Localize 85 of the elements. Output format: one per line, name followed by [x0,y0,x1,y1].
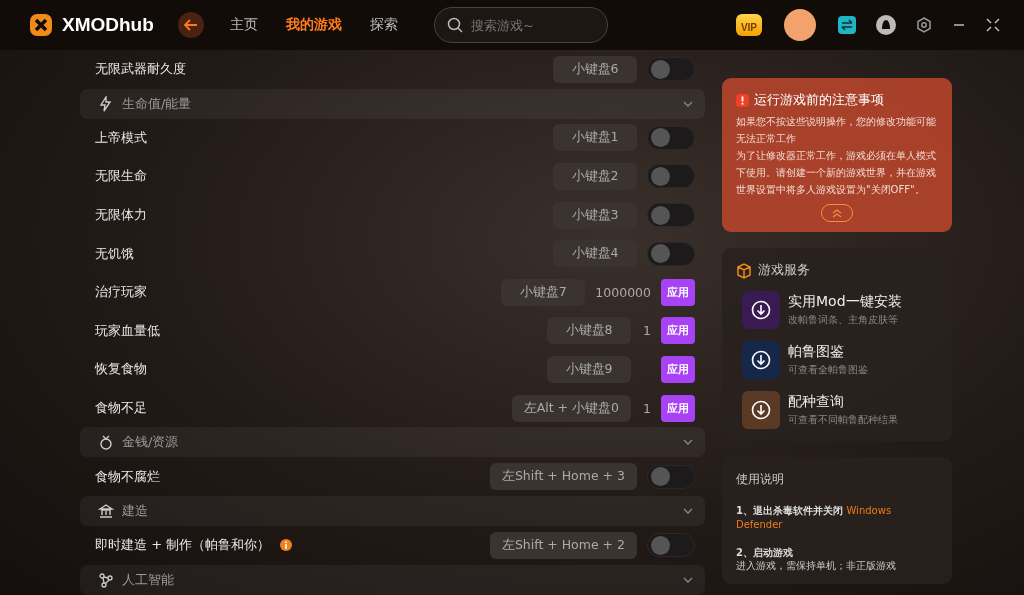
service-subtitle: 可查看不同帕鲁配种结果 [788,413,898,427]
cheat-label: 玩家血量低 [95,321,160,340]
hotkey-button[interactable]: 小键盘7 [501,278,586,306]
hotkey-button[interactable]: 小键盘8 [547,317,631,345]
hotkey-button[interactable]: 小键盘2 [553,163,637,190]
service-title[interactable]: 配种查询 [788,393,898,411]
category-icon [98,95,114,112]
hotkey-button[interactable]: 左Shift + Home + 2 [489,531,637,559]
category-icon [98,502,114,519]
toggle-switch[interactable] [647,241,695,266]
cheat-label: 恢复食物 [95,360,147,379]
hotkey-button[interactable]: 小键盘9 [547,355,631,383]
category-header[interactable]: 生命值/能量 [80,88,705,119]
hotkey-button[interactable]: 小键盘4 [553,240,637,268]
warning-icon [736,94,749,107]
cheat-label: 即时建造 + 制作（帕鲁和你） [95,536,271,555]
toggle-switch[interactable] [647,533,695,558]
service-title[interactable]: 帕鲁图鉴 [788,343,868,361]
category-header[interactable]: 人工智能 [80,564,705,595]
toggle-switch[interactable] [647,164,695,189]
apply-button[interactable]: 应用 [661,355,695,383]
service-subtitle: 可查看全帕鲁图鉴 [788,363,868,377]
apply-button[interactable]: 应用 [661,394,695,422]
hotkey-button[interactable]: 左Shift + Home + 3 [489,463,637,491]
nav-tab[interactable]: 我的游戏 [286,16,342,34]
notice-text: 为了让修改器正常工作，游戏必须在单人模式下使用。请创建一个新的游戏世界，并在游戏世界设置中将多人游戏设置为"关闭OFF"。 [736,149,937,197]
avatar[interactable] [784,9,816,41]
toggle-switch[interactable] [647,203,695,228]
download-icon [751,350,771,370]
back-arrow-icon [184,19,198,31]
search-field[interactable]: 搜索游戏~ [434,7,608,43]
notice-text: 如果您不按这些说明操作，您的修改功能可能无法正常工作 [736,115,937,146]
nav-tab[interactable]: 主页 [230,16,258,34]
download-icon [751,300,771,320]
swap-icon[interactable] [838,16,856,34]
hotkey-button[interactable]: 小键盘3 [553,201,637,229]
category-header[interactable]: 金钱/资源 [80,427,705,458]
cheat-label: 无限武器耐久度 [95,60,186,79]
double-chevron-icon [832,208,842,218]
info-icon[interactable] [280,539,293,552]
apply-button[interactable]: 应用 [661,317,695,345]
chevron-icon [683,438,693,447]
step-text: 1、退出杀毒软件并关闭 Windows Defender [736,504,893,532]
cheat-label: 治疗玩家 [95,283,147,302]
value-field[interactable]: 1 [641,400,651,416]
value-field[interactable]: 1 [641,323,651,339]
instructions-title: 使用说明 [736,471,785,488]
vip-badge[interactable]: VIP [735,14,762,36]
download-tile[interactable] [742,291,780,329]
chevron-icon [683,575,693,584]
cheat-label: 无限生命 [95,167,147,186]
category-icon [98,434,114,451]
toggle-switch[interactable] [647,464,695,489]
category-header[interactable]: 建造 [80,495,705,526]
chevron-icon [683,99,693,108]
cheat-label: 食物不腐烂 [95,467,160,486]
toggle-switch[interactable] [647,125,695,150]
step-text: 2、启动游戏 [736,546,794,560]
chevron-icon [683,506,693,515]
hotkey-button[interactable]: 小键盘1 [553,124,637,152]
cheat-label: 无饥饿 [95,244,134,263]
apply-button[interactable]: 应用 [661,278,695,306]
hotkey-button[interactable]: 左Alt + 小键盘0 [511,394,631,422]
service-title[interactable]: 实用Mod一键安装 [788,293,902,311]
service-subtitle: 改帕鲁词条、主角皮肤等 [788,313,899,327]
logo-icon [28,12,54,38]
cheat-label: 食物不足 [95,399,147,418]
category-icon [98,571,114,588]
fullscreen-icon[interactable] [986,18,1000,32]
back-button[interactable] [178,12,204,38]
notice-title: 运行游戏前的注意事项 [754,92,884,109]
value-field[interactable]: 1000000 [595,284,651,300]
services-title: 游戏服务 [758,262,810,279]
toggle-switch[interactable] [647,57,695,82]
download-tile[interactable] [742,341,780,379]
hotkey-button[interactable]: 小键盘6 [553,55,637,83]
cheat-label: 上帝模式 [95,128,147,147]
settings-icon[interactable] [916,17,932,33]
download-tile[interactable] [742,391,780,429]
logo-text: XMODhub [62,14,154,36]
nav-tab[interactable]: 探索 [370,16,398,34]
cheat-label: 无限体力 [95,206,147,225]
box-icon [736,262,752,279]
step-detail: 进入游戏，需保持单机；非正版游戏 [736,560,897,572]
download-icon [751,400,771,420]
